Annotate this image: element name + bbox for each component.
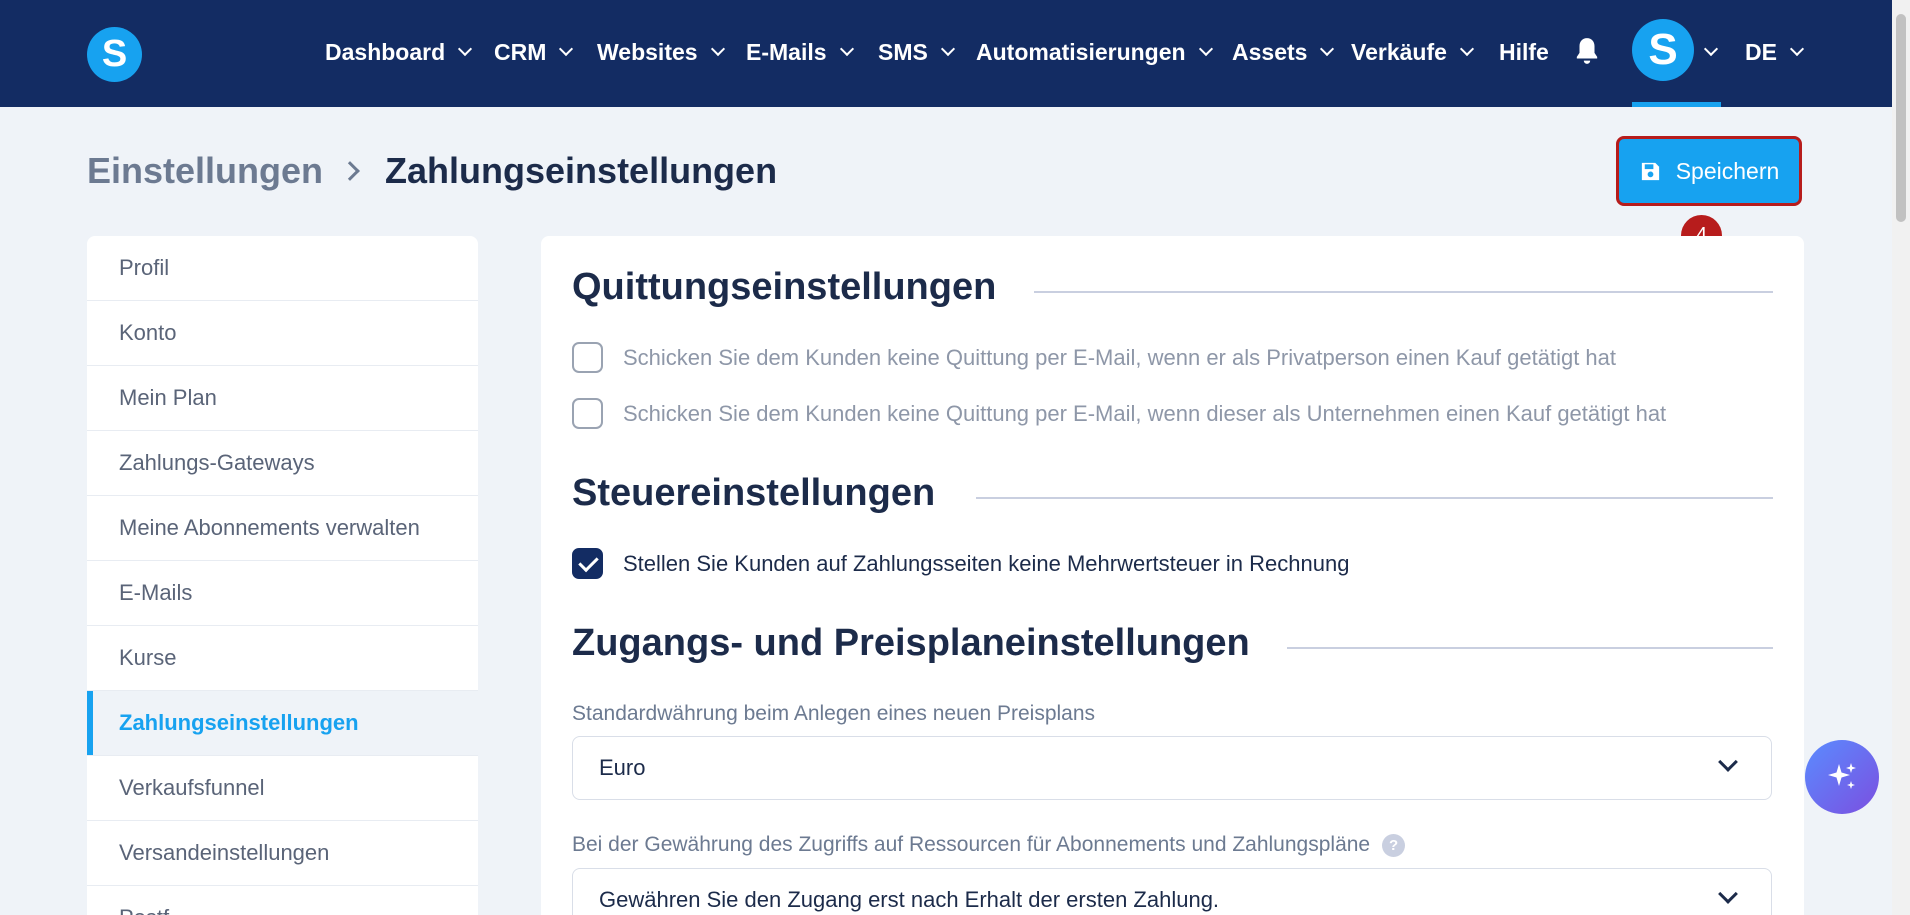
sidebar-item-abonnements[interactable]: Meine Abonnements verwalten [87,496,478,561]
scrollbar-thumb[interactable] [1896,14,1906,222]
grant-access-select-value: Gewähren Sie den Zugang erst nach Erhalt… [599,887,1220,912]
grant-access-select[interactable]: Gewähren Sie den Zugang erst nach Erhalt… [572,868,1772,915]
language-switcher[interactable]: DE [1745,32,1805,72]
chevron-down-icon [710,41,725,57]
sidebar-item-postfach[interactable]: Postf... [87,886,478,915]
sidebar-item-versandeinstellungen[interactable]: Versandeinstellungen [87,821,478,886]
chevron-down-icon [458,41,473,57]
sidebar-item-emails[interactable]: E-Mails [87,561,478,626]
nav-sms-label: SMS [878,38,928,65]
sidebar-item-label: Zahlungs-Gateways [119,450,315,475]
top-navbar: S Dashboard CRM Websites E-Mails SMS Aut… [0,0,1892,107]
nav-verkaeufe-label: Verkäufe [1351,38,1447,65]
sidebar-item-label: Postf... [119,905,187,915]
nav-automatisierungen-label: Automatisierungen [976,38,1186,65]
sidebar-item-konto[interactable]: Konto [87,301,478,366]
app-logo[interactable]: S [87,27,142,82]
chevron-down-icon [1459,41,1474,57]
no-vat-label: Stellen Sie Kunden auf Zahlungsseiten ke… [623,550,1350,576]
receipt-private-checkbox[interactable] [572,342,603,373]
avatar-active-indicator [1632,102,1721,107]
chevron-down-icon [839,41,854,57]
save-button[interactable]: Speichern [1616,136,1802,206]
receipt-company-label: Schicken Sie dem Kunden keine Quittung p… [623,400,1667,426]
sidebar-item-label: Mein Plan [119,385,217,410]
sidebar-item-label: Versandeinstellungen [119,840,330,865]
chevron-down-icon [1198,41,1213,57]
settings-sidebar: Profil Konto Mein Plan Zahlungs-Gateways… [87,236,478,915]
nav-sms[interactable]: SMS [878,32,955,72]
nav-websites-label: Websites [597,38,698,65]
currency-field-label: Standardwährung beim Anlegen eines neuen… [572,702,1096,725]
sidebar-item-label: Zahlungseinstellungen [119,710,359,735]
page-scrollbar[interactable] [1892,0,1910,915]
tax-option-no-vat[interactable]: Stellen Sie Kunden auf Zahlungsseiten ke… [572,548,1349,579]
sidebar-item-mein-plan[interactable]: Mein Plan [87,366,478,431]
avatar-menu-toggle[interactable] [1703,32,1719,72]
grant-access-label-row: Bei der Gewährung des Zugriffs auf Resso… [572,833,1406,857]
nav-assets[interactable]: Assets [1232,32,1335,72]
chevron-right-icon [340,161,360,181]
sidebar-item-label: E-Mails [119,580,193,605]
no-vat-checkbox[interactable] [572,548,603,579]
sidebar-item-label: Meine Abonnements verwalten [119,515,420,540]
help-icon[interactable]: ? [1382,833,1406,857]
nav-verkaeufe[interactable]: Verkäufe [1351,32,1474,72]
section-divider [1287,647,1773,649]
receipt-private-label: Schicken Sie dem Kunden keine Quittung p… [623,344,1617,370]
language-label: DE [1745,38,1777,65]
grant-access-field-label: Bei der Gewährung des Zugriffs auf Resso… [572,833,1371,856]
section-divider [976,497,1773,499]
user-avatar[interactable]: S [1632,19,1694,81]
chevron-down-icon [559,41,574,57]
payment-settings-card: Quittungseinstellungen Schicken Sie dem … [541,236,1804,915]
nav-emails-label: E-Mails [746,38,827,65]
currency-select[interactable]: Euro [572,736,1772,800]
currency-select-value: Euro [599,755,646,780]
chevron-down-icon [1718,884,1738,904]
ai-assistant-button[interactable] [1805,740,1879,814]
receipt-section-title: Quittungseinstellungen [572,266,997,308]
receipt-option-private[interactable]: Schicken Sie dem Kunden keine Quittung p… [572,342,1616,373]
nav-assets-label: Assets [1232,38,1308,65]
page-title: Zahlungseinstellungen [385,150,778,191]
nav-websites[interactable]: Websites [597,32,725,72]
chevron-down-icon [940,41,955,57]
save-button-label: Speichern [1675,157,1780,184]
receipt-company-checkbox[interactable] [572,398,603,429]
save-icon [1641,162,1659,180]
nav-automatisierungen[interactable]: Automatisierungen [976,32,1213,72]
breadcrumb: Einstellungen Zahlungseinstellungen [87,150,777,192]
nav-emails[interactable]: E-Mails [746,32,854,72]
nav-hilfe-label: Hilfe [1499,38,1549,65]
sparkle-icon [1828,763,1856,789]
chevron-down-icon [1703,41,1719,57]
section-divider [1034,291,1773,293]
nav-crm[interactable]: CRM [494,32,574,72]
sidebar-item-zahlungs-gateways[interactable]: Zahlungs-Gateways [87,431,478,496]
bell-icon[interactable] [1574,36,1600,66]
sidebar-item-label: Profil [119,255,170,280]
chevron-down-icon [1789,41,1805,57]
nav-dashboard[interactable]: Dashboard [325,32,473,72]
sidebar-item-kurse[interactable]: Kurse [87,626,478,691]
breadcrumb-parent[interactable]: Einstellungen [87,150,323,192]
sidebar-item-profil[interactable]: Profil [87,236,478,301]
sidebar-item-label: Verkaufsfunnel [119,775,265,800]
sidebar-item-zahlungseinstellungen[interactable]: Zahlungseinstellungen [87,691,478,756]
sidebar-item-label: Konto [119,320,177,345]
chevron-down-icon [1320,41,1335,57]
nav-crm-label: CRM [494,38,547,65]
sidebar-item-verkaufsfunnel[interactable]: Verkaufsfunnel [87,756,478,821]
receipt-option-company[interactable]: Schicken Sie dem Kunden keine Quittung p… [572,398,1666,429]
sidebar-item-label: Kurse [119,645,177,670]
access-section-title: Zugangs- und Preisplaneinstellungen [572,622,1250,664]
nav-hilfe[interactable]: Hilfe [1499,32,1549,72]
chevron-down-icon [1718,752,1738,772]
tax-section-title: Steuereinstellungen [572,472,936,514]
nav-dashboard-label: Dashboard [325,38,446,65]
